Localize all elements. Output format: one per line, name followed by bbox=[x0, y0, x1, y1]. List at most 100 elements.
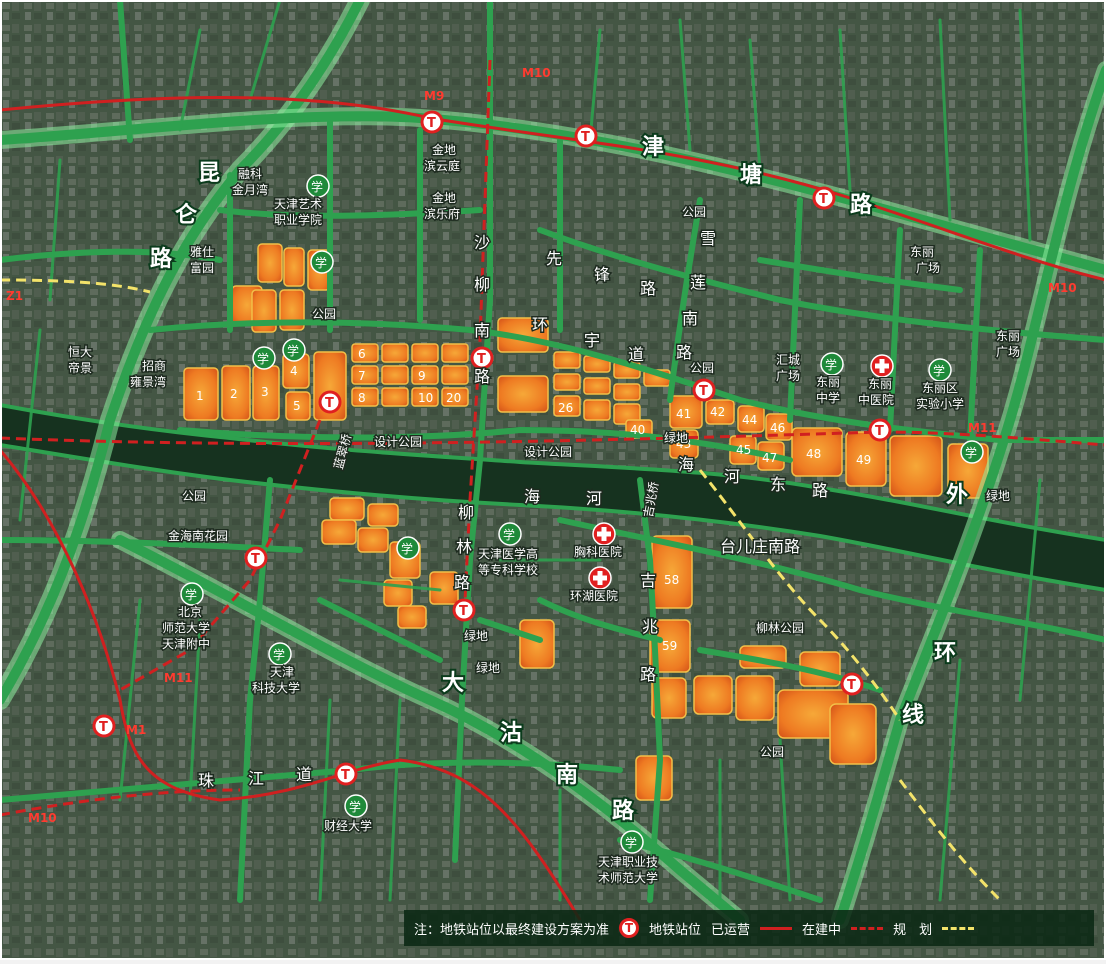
svg-text:台儿庄南路: 台儿庄南路 bbox=[720, 537, 800, 556]
plot-number: 45 bbox=[736, 443, 751, 457]
road-name-waihuan: 线 bbox=[902, 702, 924, 728]
svg-text:林: 林 bbox=[456, 537, 472, 556]
svg-text:汇城: 汇城 bbox=[776, 353, 800, 367]
svg-text:公园: 公园 bbox=[760, 745, 784, 759]
plot-number: 48 bbox=[806, 447, 821, 461]
svg-text:东: 东 bbox=[770, 475, 786, 494]
legend-note: 注：地铁站位以最终建设方案为准 bbox=[414, 922, 610, 938]
svg-text:学: 学 bbox=[825, 357, 837, 372]
plot-number: 49 bbox=[856, 453, 871, 467]
svg-text:T: T bbox=[427, 116, 436, 131]
school-icon: 学 bbox=[310, 250, 334, 274]
svg-text:珠: 珠 bbox=[198, 771, 214, 790]
svg-text:绿地: 绿地 bbox=[664, 430, 688, 445]
svg-text:道: 道 bbox=[628, 345, 644, 364]
plot-number: 46 bbox=[770, 421, 785, 435]
svg-text:柳: 柳 bbox=[458, 503, 474, 522]
school-icon: 学 bbox=[252, 346, 276, 370]
svg-text:柳: 柳 bbox=[474, 275, 490, 294]
road-name-dagu: 南 bbox=[556, 763, 578, 788]
svg-text:中学: 中学 bbox=[816, 390, 840, 405]
metro-station-icon: T bbox=[619, 918, 640, 938]
svg-text:绿地: 绿地 bbox=[476, 660, 500, 675]
svg-text:学: 学 bbox=[401, 541, 413, 556]
metro-tag: M11 bbox=[968, 421, 997, 435]
legend-station: 地铁站位 bbox=[649, 922, 702, 938]
school-icon: 学 bbox=[620, 830, 644, 854]
svg-text:东丽: 东丽 bbox=[910, 245, 934, 259]
road-name-jintang: 津 bbox=[642, 134, 664, 160]
svg-text:路: 路 bbox=[474, 367, 490, 386]
svg-text:吉: 吉 bbox=[640, 571, 656, 590]
svg-text:广场: 广场 bbox=[996, 345, 1020, 359]
school-icon: 学 bbox=[498, 522, 522, 546]
svg-text:公园: 公园 bbox=[182, 489, 206, 503]
svg-text:T: T bbox=[325, 396, 334, 411]
svg-text:天津医学高: 天津医学高 bbox=[478, 546, 538, 561]
school-icon: 学 bbox=[306, 174, 330, 198]
metro-tag: M10 bbox=[1048, 281, 1077, 295]
svg-text:科技大学: 科技大学 bbox=[252, 680, 300, 695]
plot-number: 42 bbox=[710, 405, 725, 419]
svg-text:设计公园: 设计公园 bbox=[524, 445, 572, 459]
svg-text:学: 学 bbox=[273, 647, 285, 662]
svg-text:T: T bbox=[99, 720, 108, 735]
svg-text:莲: 莲 bbox=[690, 273, 706, 292]
svg-text:江: 江 bbox=[248, 769, 264, 788]
svg-text:环: 环 bbox=[532, 315, 548, 334]
svg-text:沙: 沙 bbox=[474, 233, 490, 252]
metro-tag: M9 bbox=[424, 89, 444, 103]
svg-text:北京: 北京 bbox=[178, 605, 202, 619]
svg-text:天津职业技: 天津职业技 bbox=[598, 855, 658, 869]
metro-tag: M10 bbox=[522, 66, 551, 80]
svg-text:学: 学 bbox=[287, 343, 299, 358]
svg-text:术师范大学: 术师范大学 bbox=[598, 870, 658, 885]
svg-text:实验小学: 实验小学 bbox=[916, 396, 964, 411]
svg-text:河: 河 bbox=[586, 489, 602, 508]
svg-text:等专科学校: 等专科学校 bbox=[478, 562, 538, 577]
svg-text:雍景湾: 雍景湾 bbox=[130, 374, 166, 389]
plot-number: 20 bbox=[446, 391, 461, 405]
metro-station-icon: T bbox=[840, 672, 864, 696]
svg-text:环湖医院: 环湖医院 bbox=[570, 588, 618, 603]
svg-text:先: 先 bbox=[546, 249, 562, 268]
school-icon: 学 bbox=[820, 352, 844, 376]
svg-text:T: T bbox=[699, 384, 708, 399]
svg-text:学: 学 bbox=[349, 799, 361, 814]
metro-station-icon: T bbox=[420, 110, 444, 134]
svg-text:公园: 公园 bbox=[312, 307, 336, 321]
road-name-waihuan: 环 bbox=[934, 641, 956, 666]
hospital-icon bbox=[592, 522, 616, 546]
road-name-kunlun: 路 bbox=[150, 246, 173, 272]
svg-text:金地: 金地 bbox=[432, 190, 456, 205]
svg-text:T: T bbox=[341, 768, 350, 783]
plot-number: 40 bbox=[630, 423, 645, 437]
plot-number: 9 bbox=[418, 369, 426, 383]
svg-text:路: 路 bbox=[676, 343, 692, 362]
svg-text:广场: 广场 bbox=[916, 261, 940, 275]
plot-number: 7 bbox=[358, 369, 366, 383]
svg-text:金月湾: 金月湾 bbox=[232, 182, 268, 197]
metro-tag: Z1 bbox=[6, 289, 23, 303]
road-name-dagu: 大 bbox=[442, 671, 464, 696]
svg-text:学: 学 bbox=[933, 363, 945, 378]
svg-text:海: 海 bbox=[678, 455, 694, 474]
plot-number: 44 bbox=[742, 413, 757, 427]
svg-text:T: T bbox=[581, 130, 590, 145]
svg-text:金海南花园: 金海南花园 bbox=[168, 528, 228, 543]
svg-text:滨乐府: 滨乐府 bbox=[424, 206, 460, 221]
svg-text:金地: 金地 bbox=[432, 142, 456, 157]
map-legend: 注：地铁站位以最终建设方案为准 T 地铁站位 已运营 在建中 规 划 bbox=[404, 910, 1094, 946]
svg-text:天津: 天津 bbox=[270, 665, 294, 679]
road-name-dagu: 沽 bbox=[500, 721, 522, 746]
road-name-jintang: 路 bbox=[850, 192, 873, 218]
svg-text:职业学院: 职业学院 bbox=[274, 212, 322, 227]
svg-text:财经大学: 财经大学 bbox=[324, 818, 372, 833]
map-canvas[interactable]: M10 M9 M10 Z1 M11 M1 M11 M10 T T T T T T… bbox=[0, 0, 1106, 960]
svg-text:T: T bbox=[819, 192, 828, 207]
svg-text:公园: 公园 bbox=[682, 205, 706, 219]
school-icon: 学 bbox=[180, 582, 204, 606]
svg-text:富园: 富园 bbox=[190, 260, 214, 275]
metro-station-icon: T bbox=[574, 124, 598, 148]
legend-building: 在建中 bbox=[802, 922, 842, 938]
